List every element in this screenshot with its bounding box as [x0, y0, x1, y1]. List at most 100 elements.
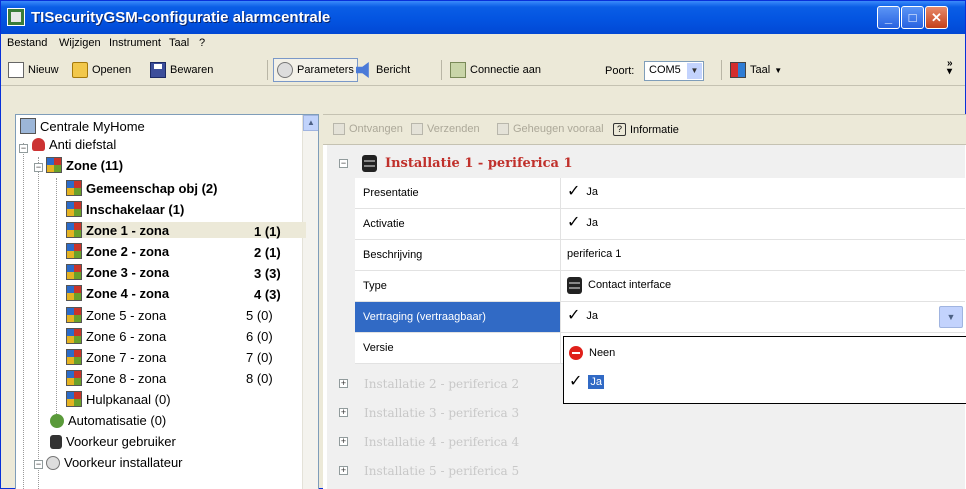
wrench-icon — [277, 62, 293, 78]
properties-panel: Ontvangen Verzenden Geheugen vooraal ? I… — [323, 114, 966, 489]
tree-automatisatie[interactable]: Automatisatie (0) — [50, 413, 166, 428]
device-icon — [567, 277, 582, 294]
open-button[interactable]: Openen — [69, 58, 134, 82]
menu-bestand[interactable]: Bestand — [7, 37, 47, 49]
main-toolbar: Nieuw Openen Bewaren Parameters Bericht … — [1, 54, 965, 86]
receive-icon — [333, 123, 345, 135]
connection-icon — [450, 62, 466, 78]
zone-icon — [66, 307, 82, 323]
dropdown-option-neen[interactable]: Neen — [569, 346, 615, 360]
title-bar[interactable]: TISecurityGSM-configuratie alarmcentrale… — [1, 1, 965, 34]
info-icon: ? — [613, 123, 626, 136]
app-window: TISecurityGSM-configuratie alarmcentrale… — [0, 0, 966, 489]
expand-icon[interactable]: + — [339, 379, 348, 388]
port-label: Poort: — [605, 65, 635, 77]
collapse-icon[interactable]: − — [34, 163, 43, 172]
expand-icon[interactable]: + — [339, 437, 348, 446]
connect-button[interactable]: Connectie aan — [447, 58, 544, 82]
new-button[interactable]: Nieuw — [5, 58, 62, 82]
message-button[interactable]: Bericht — [353, 58, 413, 82]
zone-icon — [66, 264, 82, 280]
menu-instrument[interactable]: Instrument — [109, 37, 161, 49]
group-installatie-1[interactable]: − Installatie 1 - periferica 1 — [327, 149, 947, 178]
parameters-button[interactable]: Parameters — [273, 58, 358, 82]
wrench-icon — [46, 455, 60, 470]
expand-icon[interactable]: + — [339, 408, 348, 417]
zone-7-count: 7 (0) — [246, 350, 273, 365]
tree-item-gemeenschap[interactable]: Gemeenschap obj (2) — [66, 180, 217, 196]
vertraging-dropdown-list: Neen ✓ Ja — [563, 336, 966, 404]
tree-installer-pref[interactable]: Voorkeur installateur — [46, 455, 183, 470]
speaker-icon — [356, 62, 369, 78]
tree-item-zone-8[interactable]: Zone 8 - zona — [66, 370, 166, 386]
tree-item-zone-6[interactable]: Zone 6 - zona — [66, 328, 166, 344]
tree-item-zone-5[interactable]: Zone 5 - zona — [66, 307, 166, 323]
panel-toolbar: Ontvangen Verzenden Geheugen vooraal ? I… — [323, 115, 966, 145]
tree-item-hulpkanaal[interactable]: Hulpkanaal (0) — [66, 391, 171, 407]
checkmark-icon: ✓ — [567, 183, 581, 200]
computer-icon — [20, 118, 36, 134]
tree-scrollbar[interactable]: ▲ — [302, 115, 318, 489]
chevron-down-icon[interactable]: ▼ — [687, 63, 702, 79]
user-icon — [50, 434, 62, 449]
memory-button[interactable]: Geheugen vooraal — [497, 123, 604, 135]
app-icon — [7, 8, 25, 26]
tree-zone-group[interactable]: Zone (11) — [46, 157, 123, 173]
chevron-down-icon[interactable]: ▼ — [939, 306, 963, 328]
close-button[interactable]: ✕ — [925, 6, 948, 29]
tree-item-zone-2[interactable]: Zone 2 - zona — [66, 243, 169, 259]
group-installatie-4[interactable]: + Installatie 4 - periferica 4 — [327, 427, 947, 456]
tree-item-zone-4[interactable]: Zone 4 - zona — [66, 285, 169, 301]
language-button[interactable]: Taal ▼ — [727, 58, 785, 82]
send-button[interactable]: Verzenden — [411, 123, 480, 135]
group-installatie-5[interactable]: + Installatie 5 - periferica 5 — [327, 456, 947, 485]
prop-beschrijving[interactable]: Beschrijving periferica 1 — [355, 240, 965, 271]
prop-presentatie[interactable]: Presentatie ✓ Ja — [355, 178, 965, 209]
port-select[interactable]: COM5 ▼ — [644, 61, 704, 81]
receive-button[interactable]: Ontvangen — [333, 123, 403, 135]
expand-icon[interactable]: + — [339, 466, 348, 475]
flag-icon — [730, 62, 746, 78]
zone-icon — [66, 370, 82, 386]
dropdown-option-ja[interactable]: ✓ Ja — [569, 374, 605, 390]
menu-taal[interactable]: Taal — [169, 37, 189, 49]
zone-5-count: 5 (0) — [246, 308, 273, 323]
zone-4-count: 4 (3) — [254, 287, 281, 302]
prop-type[interactable]: Type Contact interface — [355, 271, 965, 302]
toolbar-overflow-icon[interactable]: » ▾ — [947, 59, 953, 77]
zone-icon — [66, 285, 82, 301]
no-entry-icon — [569, 346, 583, 360]
tree-anti-diefstal[interactable]: Anti diefstal — [32, 137, 116, 152]
save-disk-icon — [150, 62, 166, 78]
tree-item-inschakelaar[interactable]: Inschakelaar (1) — [66, 201, 184, 217]
menu-help[interactable]: ? — [199, 37, 205, 49]
zone-icon — [66, 243, 82, 259]
collapse-icon[interactable]: − — [19, 144, 28, 153]
zone-8-count: 8 (0) — [246, 371, 273, 386]
collapse-icon[interactable]: − — [339, 159, 348, 168]
prop-activatie[interactable]: Activatie ✓ Ja — [355, 209, 965, 240]
collapse-icon[interactable]: − — [34, 460, 43, 469]
alarm-icon — [32, 138, 45, 151]
zone-icon — [66, 222, 82, 238]
memory-icon — [497, 123, 509, 135]
tree-item-zone-7[interactable]: Zone 7 - zona — [66, 349, 166, 365]
minimize-button[interactable]: _ — [877, 6, 900, 29]
tree-root[interactable]: Centrale MyHome — [20, 118, 145, 134]
zone-icon — [66, 201, 82, 217]
chevron-down-icon: ▼ — [774, 65, 783, 75]
info-button[interactable]: ? Informatie — [613, 123, 679, 136]
tree-panel: ▲ Centrale MyHome − Anti diefstal − Zone… — [15, 114, 319, 489]
prop-vertraging[interactable]: Vertraging (vertraagbaar) ✓ Ja ▼ — [355, 302, 965, 333]
toolbar-separator — [441, 60, 442, 80]
menu-wijzigen[interactable]: Wijzigen — [59, 37, 101, 49]
folder-open-icon — [72, 62, 88, 78]
property-grid: − Installatie 1 - periferica 1 Presentat… — [327, 145, 965, 489]
tree-item-zone-3[interactable]: Zone 3 - zona — [66, 264, 169, 280]
maximize-button[interactable]: □ — [901, 6, 924, 29]
zone-1-count: 1 (1) — [254, 224, 281, 239]
save-button[interactable]: Bewaren — [147, 58, 216, 82]
scroll-up-icon[interactable]: ▲ — [303, 115, 318, 131]
tree-user-pref[interactable]: Voorkeur gebruiker — [50, 434, 176, 449]
window-title: TISecurityGSM-configuratie alarmcentrale — [31, 9, 331, 26]
